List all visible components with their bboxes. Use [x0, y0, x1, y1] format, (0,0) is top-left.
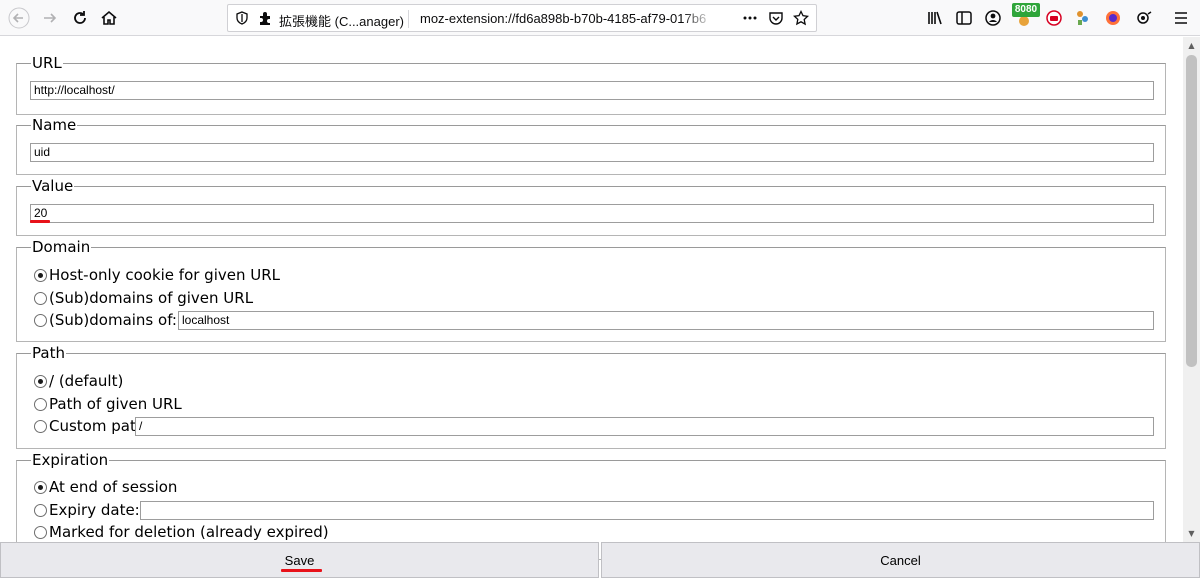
domain-legend: Domain	[31, 237, 92, 257]
domain-option-host-only[interactable]: Host-only cookie for given URL	[34, 265, 280, 285]
sidebar-icon	[956, 11, 972, 25]
expiration-legend: Expiration	[31, 450, 110, 470]
expiration-option-label: Marked for deletion (already expired)	[49, 523, 329, 541]
reload-button[interactable]	[68, 6, 92, 30]
domain-radio-subdomains[interactable]	[34, 291, 47, 305]
url-input[interactable]: http://localhost/	[30, 81, 1154, 100]
reload-icon	[74, 11, 86, 24]
cancel-button[interactable]: Cancel	[601, 542, 1200, 578]
url-legend: URL	[31, 53, 63, 73]
expiration-option-label: Expiry date:	[49, 501, 140, 519]
page-actions-icon[interactable]	[741, 9, 759, 27]
forward-arrow-icon	[44, 13, 57, 23]
name-legend: Name	[31, 115, 78, 135]
value-fieldset: Value 20	[16, 176, 1166, 236]
domain-custom-input[interactable]: localhost	[178, 311, 1154, 330]
scroll-down-arrow-icon[interactable]: ▼	[1183, 525, 1200, 542]
browser-toolbar: 拡張機能 (C...anager) moz-extension://fd6a89…	[0, 0, 1200, 36]
expiration-radio-expiry-date[interactable]	[34, 503, 47, 517]
cookie-manager-icon	[1077, 11, 1088, 25]
scrollbar-thumb[interactable]	[1186, 55, 1197, 367]
domain-option-custom[interactable]: (Sub)domains of:	[34, 310, 177, 330]
address-bar[interactable]: 拡張機能 (C...anager) moz-extension://fd6a89…	[227, 4, 817, 32]
path-option-default[interactable]: / (default)	[34, 371, 123, 391]
path-legend: Path	[31, 343, 66, 363]
firefox-icon	[1106, 11, 1120, 25]
sidebar-button[interactable]	[952, 6, 976, 30]
forward-button[interactable]	[38, 6, 62, 30]
domain-option-label: (Sub)domains of:	[49, 311, 177, 329]
tracking-shield-icon[interactable]	[233, 9, 251, 27]
expiration-radio-expired[interactable]	[34, 525, 47, 539]
account-icon	[985, 10, 1001, 26]
expiration-radio-session[interactable]	[34, 480, 47, 494]
youtube-extension-button[interactable]	[1042, 6, 1066, 30]
cookie-manager-button[interactable]	[1071, 6, 1095, 30]
save-underline-highlight	[281, 569, 322, 572]
path-custom-input[interactable]: /	[135, 417, 1154, 436]
vertical-scrollbar[interactable]: ▲ ▼	[1183, 37, 1200, 542]
page-identity-label: 拡張機能 (C...anager)	[279, 14, 404, 29]
url-fieldset: URL http://localhost/	[16, 53, 1166, 115]
menu-button[interactable]	[1169, 6, 1193, 30]
youtube-extension-icon	[1046, 10, 1062, 26]
proxy-port-badge: 8080	[1012, 3, 1040, 17]
value-underline-highlight	[30, 220, 50, 223]
screenshot-icon	[1137, 11, 1152, 24]
name-fieldset: Name uid	[16, 115, 1166, 175]
path-option-label: Path of given URL	[49, 395, 182, 413]
domain-option-label: (Sub)domains of given URL	[49, 289, 254, 307]
name-input[interactable]: uid	[30, 143, 1154, 162]
value-legend: Value	[31, 176, 75, 196]
expiration-option-label: At end of session	[49, 478, 178, 496]
scroll-up-arrow-icon[interactable]: ▲	[1183, 37, 1200, 54]
screenshot-extension-button[interactable]	[1132, 6, 1156, 30]
url-fade	[682, 7, 714, 29]
extension-puzzle-icon	[257, 9, 275, 27]
expiration-option-expiry-date[interactable]: Expiry date:	[34, 500, 140, 520]
domain-radio-custom[interactable]	[34, 313, 47, 327]
library-button[interactable]	[923, 6, 947, 30]
pocket-icon[interactable]	[767, 9, 785, 27]
expiration-option-session[interactable]: At end of session	[34, 477, 177, 497]
library-icon	[928, 11, 942, 25]
back-arrow-icon	[8, 7, 30, 29]
domain-radio-host-only[interactable]	[34, 268, 47, 282]
path-radio-default[interactable]	[34, 374, 47, 388]
bookmark-star-icon[interactable]	[792, 9, 810, 27]
value-input[interactable]: 20	[30, 204, 1154, 223]
save-button[interactable]: Save	[0, 542, 599, 578]
domain-option-label: Host-only cookie for given URL	[49, 266, 281, 284]
domain-fieldset: Domain Host-only cookie for given URL (S…	[16, 237, 1166, 342]
expiry-date-input[interactable]	[140, 501, 1154, 520]
path-option-label: / (default)	[49, 372, 124, 390]
account-button[interactable]	[981, 6, 1005, 30]
path-option-custom[interactable]: Custom path:	[34, 416, 150, 436]
home-button[interactable]	[97, 6, 121, 30]
path-fieldset: Path / (default) Path of given URL Custo…	[16, 343, 1166, 449]
url-text[interactable]: moz-extension://fd6a898b-b70b-4185-af79-…	[420, 11, 712, 26]
hamburger-menu-icon	[1175, 12, 1187, 24]
domain-option-subdomains[interactable]: (Sub)domains of given URL	[34, 288, 253, 308]
path-option-given-url[interactable]: Path of given URL	[34, 394, 182, 414]
path-radio-custom[interactable]	[34, 419, 47, 433]
path-radio-given-url[interactable]	[34, 397, 47, 411]
address-separator	[408, 10, 409, 28]
firefox-extension-button[interactable]	[1101, 6, 1125, 30]
home-icon	[101, 10, 117, 25]
back-button[interactable]	[7, 6, 31, 30]
expiration-option-expired[interactable]: Marked for deletion (already expired)	[34, 522, 329, 542]
